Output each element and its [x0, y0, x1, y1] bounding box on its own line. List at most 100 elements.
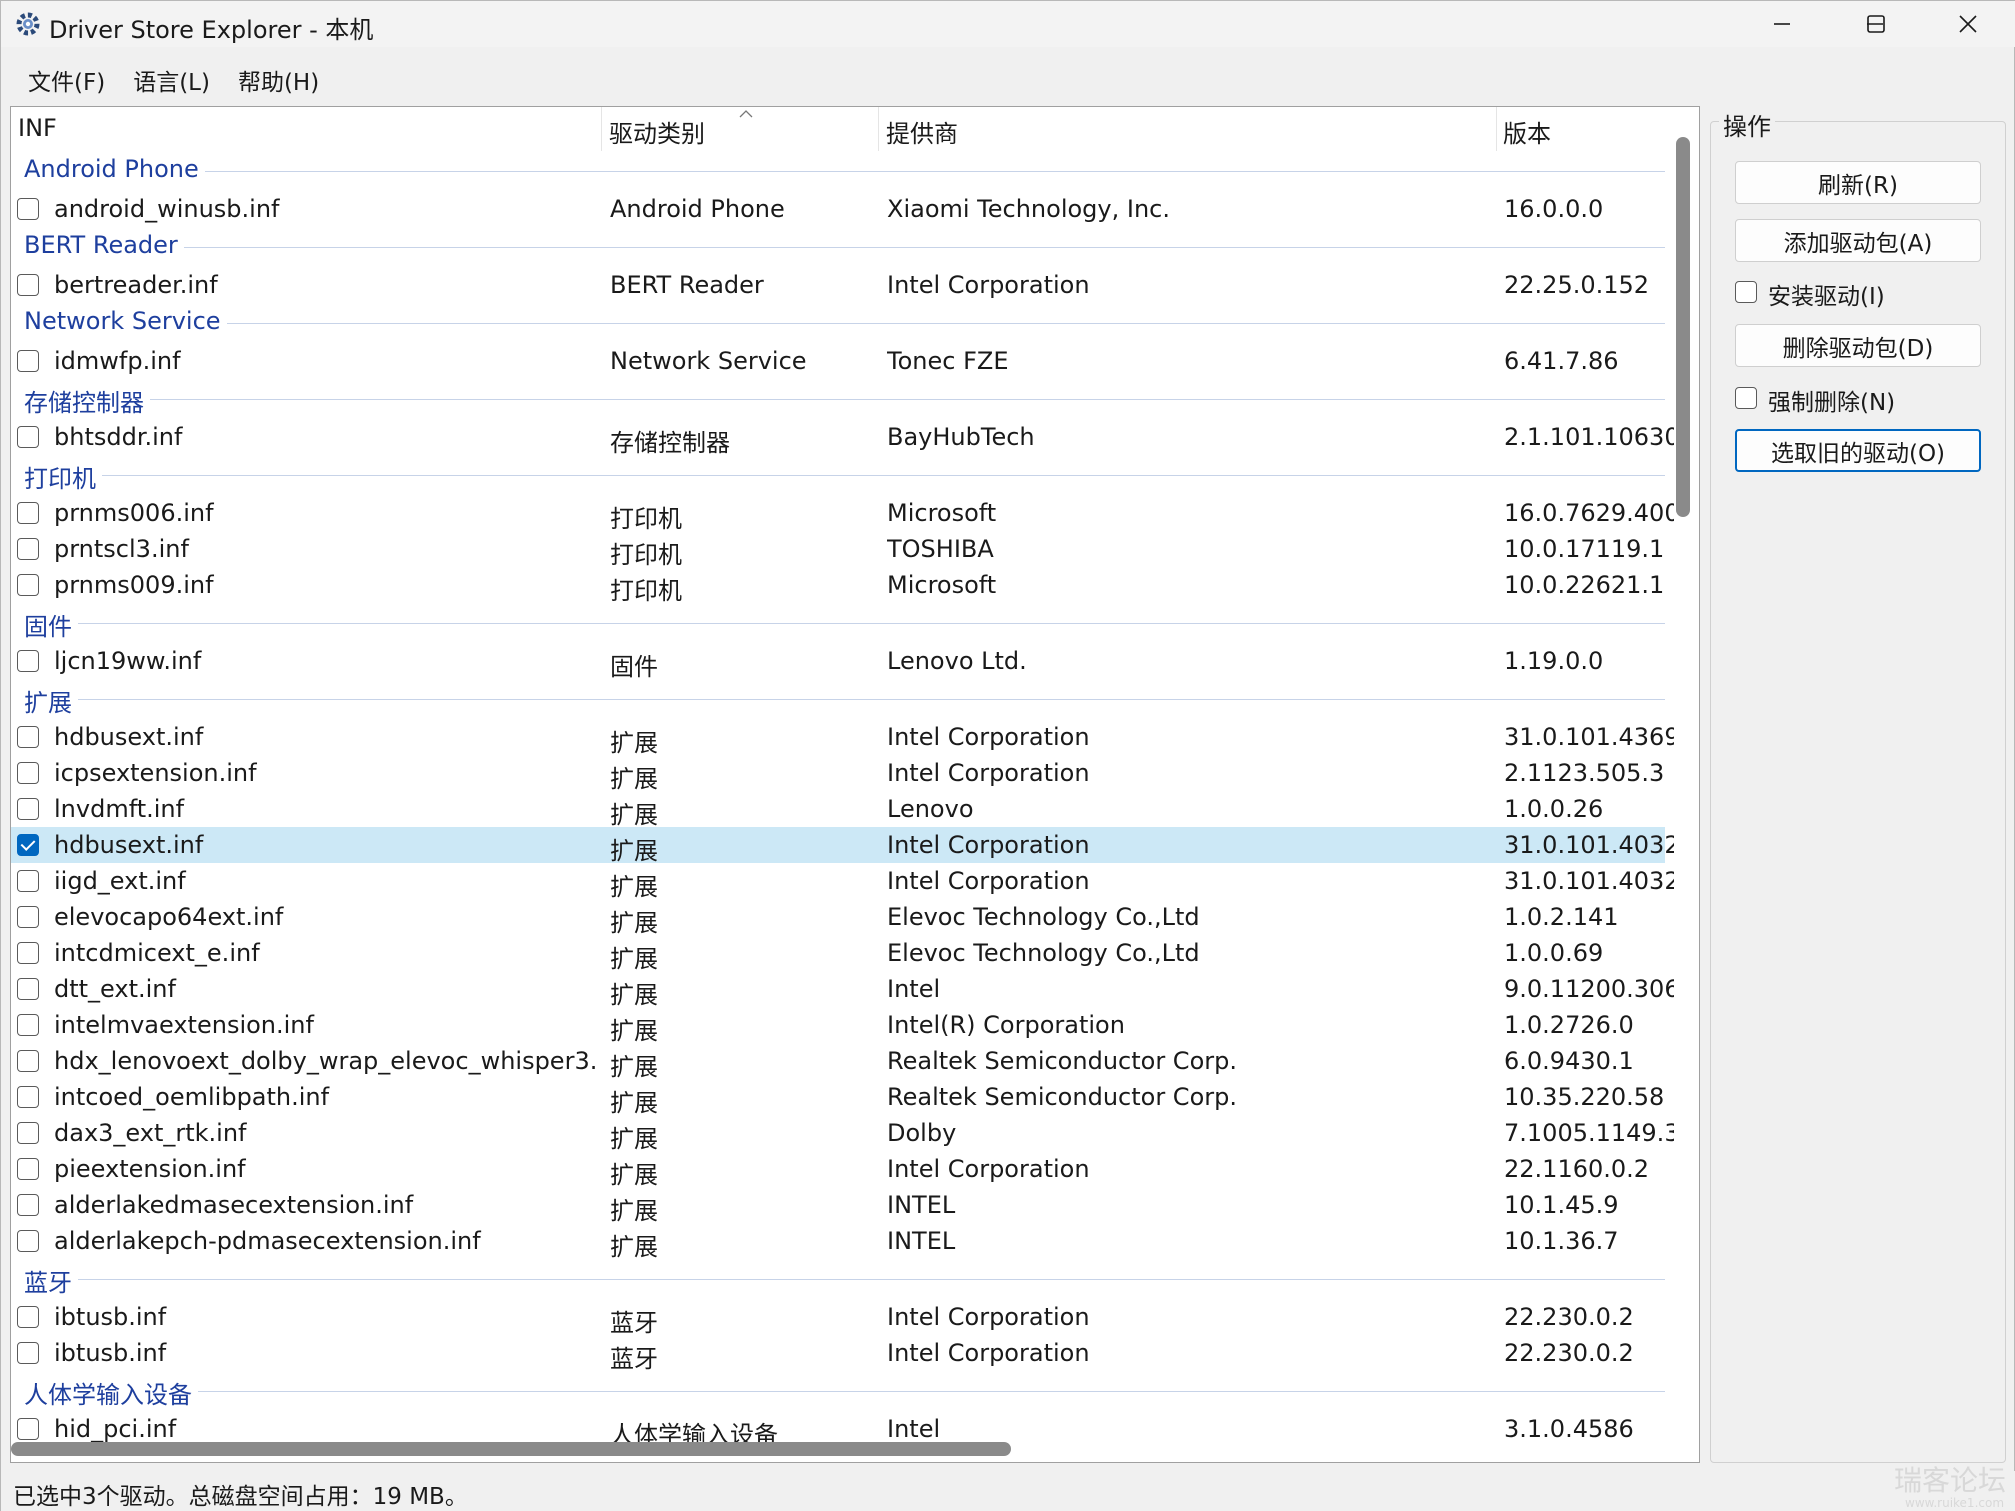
driver-row[interactable]: elevocapo64ext.inf 扩展 Elevoc Technology Co…	[11, 899, 1665, 937]
group-header[interactable]: 人体学输入设备	[11, 1371, 1665, 1411]
provider-name: Intel Corporation	[887, 867, 1090, 895]
driver-row[interactable]: ljcn19ww.inf 固件 Lenovo Ltd. 1.19.0.0	[11, 643, 1665, 681]
driver-row[interactable]: intcdmicext_e.inf 扩展 Elevoc Technology Co.…	[11, 935, 1665, 973]
group-header[interactable]: 扩展	[11, 679, 1665, 719]
row-checkbox[interactable]	[17, 1014, 39, 1036]
driver-row[interactable]: ibtusb.inf 蓝牙 Intel Corporation 22.230.0.2	[11, 1335, 1665, 1373]
driver-row[interactable]: hdbusext.inf 扩展 Intel Corporation 31.0.101.…	[11, 827, 1674, 865]
driver-version: 1.0.2.141	[1504, 903, 1619, 931]
group-header[interactable]: Android Phone	[11, 151, 1665, 191]
row-checkbox[interactable]	[17, 538, 39, 560]
column-divider[interactable]	[601, 107, 602, 151]
row-checkbox[interactable]	[17, 1086, 39, 1108]
driver-row[interactable]: dax3_ext_rtk.inf 扩展 Dolby 7.1005.1149.3	[11, 1115, 1674, 1153]
column-header-inf[interactable]: INF	[18, 107, 57, 151]
column-header-provider[interactable]: 提供商	[886, 107, 958, 151]
row-checkbox[interactable]	[17, 942, 39, 964]
inf-name: lnvdmft.inf	[54, 795, 185, 823]
row-checkbox[interactable]	[17, 798, 39, 820]
driver-type: Android Phone	[610, 195, 785, 223]
list-header: INF 驱动类别 提供商 版本	[11, 107, 1665, 151]
driver-row[interactable]: icpsextension.inf 扩展 Intel Corporation 2.11…	[11, 755, 1665, 793]
driver-row[interactable]: alderlakedmasecextension.inf 扩展 INTEL 10.1.…	[11, 1187, 1665, 1225]
horizontal-scrollbar[interactable]	[11, 1433, 1671, 1461]
driver-list[interactable]: INF 驱动类别 提供商 版本 Android Phone android_win…	[10, 106, 1700, 1463]
driver-row[interactable]: idmwfp.inf Network Service Tonec FZE 6.41.7…	[11, 343, 1665, 379]
row-checkbox[interactable]	[17, 1230, 39, 1252]
maximize-button[interactable]	[1830, 1, 1922, 47]
row-checkbox[interactable]	[17, 870, 39, 892]
row-checkbox[interactable]	[17, 274, 39, 296]
driver-row[interactable]: ibtusb.inf 蓝牙 Intel Corporation 22.230.0.2	[11, 1299, 1665, 1337]
row-checkbox[interactable]	[17, 1122, 39, 1144]
provider-name: Tonec FZE	[887, 347, 1009, 375]
row-checkbox[interactable]	[17, 726, 39, 748]
column-divider[interactable]	[878, 107, 879, 151]
driver-type: 扩展	[610, 801, 658, 829]
driver-row[interactable]: pieextension.inf 扩展 Intel Corporation 22.11…	[11, 1151, 1665, 1189]
column-header-version[interactable]: 版本	[1503, 107, 1551, 151]
driver-type: 存储控制器	[610, 429, 730, 457]
column-header-type[interactable]: 驱动类别	[609, 107, 705, 151]
driver-row[interactable]: iigd_ext.inf 扩展 Intel Corporation 31.0.101.…	[11, 863, 1674, 901]
row-checkbox[interactable]	[17, 650, 39, 672]
driver-row[interactable]: bertreader.inf BERT Reader Intel Corporati…	[11, 267, 1665, 303]
row-checkbox[interactable]	[17, 502, 39, 524]
driver-row[interactable]: intcoed_oemlibpath.inf 扩展 Realtek Semicond…	[11, 1079, 1665, 1117]
group-header[interactable]: 存储控制器	[11, 379, 1665, 419]
row-checkbox[interactable]	[17, 1306, 39, 1328]
driver-row[interactable]: hdbusext.inf 扩展 Intel Corporation 31.0.101.…	[11, 719, 1674, 757]
menu-language[interactable]: 语言(L)	[119, 57, 224, 97]
driver-version: 31.0.101.4032	[1504, 867, 1674, 895]
driver-row[interactable]: android_winusb.inf Android Phone Xiaomi Te…	[11, 191, 1665, 227]
driver-version: 7.1005.1149.3	[1504, 1119, 1674, 1147]
column-divider[interactable]	[1496, 107, 1497, 151]
driver-row[interactable]: lnvdmft.inf 扩展 Lenovo 1.0.0.26	[11, 791, 1665, 829]
group-header[interactable]: 固件	[11, 603, 1665, 643]
add-package-button[interactable]: 添加驱动包(A)	[1735, 219, 1981, 262]
title-bar[interactable]: Driver Store Explorer - 本机	[1, 1, 2015, 47]
driver-row[interactable]: prnms006.inf 打印机 Microsoft 16.0.7629.400	[11, 495, 1674, 533]
row-checkbox[interactable]	[17, 1342, 39, 1364]
status-bar: 已选中3个驱动。总磁盘空间占用：19 MB。	[1, 1471, 2015, 1511]
driver-type: 扩展	[610, 1017, 658, 1045]
inf-name: hdbusext.inf	[54, 723, 204, 751]
row-checkbox[interactable]	[17, 198, 39, 220]
row-checkbox[interactable]	[17, 350, 39, 372]
vertical-scroll-thumb[interactable]	[1676, 137, 1690, 517]
row-checkbox[interactable]	[17, 1158, 39, 1180]
row-checkbox[interactable]	[17, 978, 39, 1000]
force-delete-checkbox[interactable]	[1735, 387, 1757, 409]
row-checkbox[interactable]	[17, 426, 39, 448]
group-header[interactable]: 打印机	[11, 455, 1665, 495]
row-checkbox[interactable]	[17, 906, 39, 928]
minimize-button-area[interactable]	[1736, 1, 1828, 47]
driver-row[interactable]: prntscl3.inf 打印机 TOSHIBA 10.0.17119.1	[11, 531, 1665, 569]
driver-row[interactable]: prnms009.inf 打印机 Microsoft 10.0.22621.1	[11, 567, 1665, 605]
row-checkbox[interactable]	[17, 834, 39, 856]
driver-row[interactable]: hdx_lenovoext_dolby_wrap_elevoc_whisper3…	[11, 1043, 1665, 1081]
install-driver-checkbox[interactable]	[1735, 281, 1757, 303]
refresh-button[interactable]: 刷新(R)	[1735, 161, 1981, 204]
menu-help[interactable]: 帮助(H)	[224, 57, 333, 97]
driver-row[interactable]: bhtsddr.inf 存储控制器 BayHubTech 2.1.101.10630	[11, 419, 1674, 457]
horizontal-scroll-thumb[interactable]	[11, 1442, 1011, 1456]
driver-row[interactable]: alderlakepch-pdmasecextension.inf 扩展 INTEL…	[11, 1223, 1665, 1261]
delete-package-button[interactable]: 删除驱动包(D)	[1735, 324, 1981, 367]
vertical-scrollbar[interactable]	[1671, 137, 1695, 1427]
row-checkbox[interactable]	[17, 762, 39, 784]
watermark: 瑞客论坛	[1894, 1464, 2007, 1497]
driver-row[interactable]: intelmvaextension.inf 扩展 Intel(R) Corporat…	[11, 1007, 1665, 1045]
status-text: 已选中3个驱动。总磁盘空间占用：19 MB。	[13, 1484, 468, 1510]
select-old-drivers-button[interactable]: 选取旧的驱动(O)	[1735, 429, 1981, 472]
menu-file[interactable]: 文件(F)	[1, 57, 119, 97]
group-header[interactable]: Network Service	[11, 303, 1665, 343]
close-button[interactable]	[1922, 1, 2014, 47]
group-header[interactable]: 蓝牙	[11, 1259, 1665, 1299]
driver-row[interactable]: dtt_ext.inf 扩展 Intel 9.0.11200.306	[11, 971, 1674, 1009]
row-checkbox[interactable]	[17, 1194, 39, 1216]
row-checkbox[interactable]	[17, 574, 39, 596]
driver-type: 扩展	[610, 1233, 658, 1261]
row-checkbox[interactable]	[17, 1050, 39, 1072]
group-header[interactable]: BERT Reader	[11, 227, 1665, 267]
